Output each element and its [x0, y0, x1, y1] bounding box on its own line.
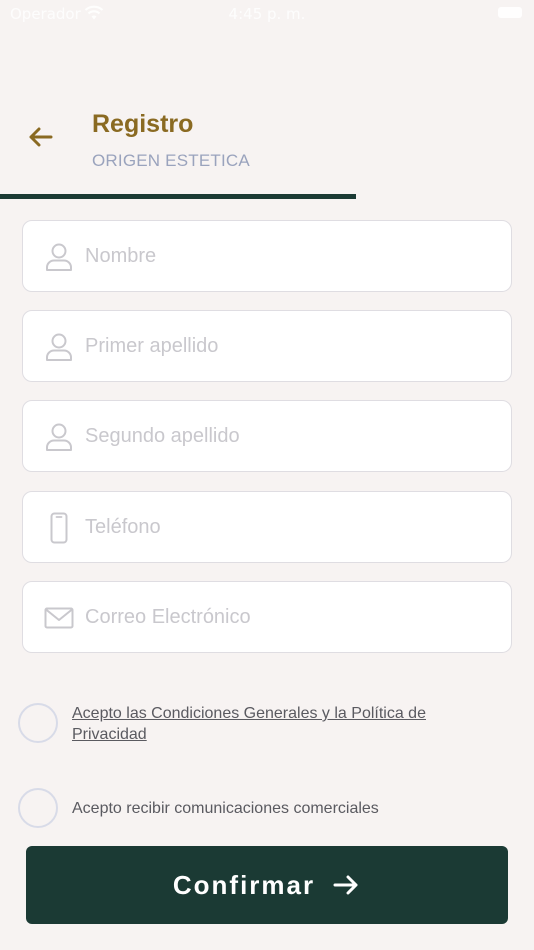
marketing-checkbox[interactable]: [18, 788, 58, 828]
person-icon: [46, 333, 72, 361]
arrow-left-icon: [29, 127, 53, 147]
confirm-button[interactable]: Confirmar: [26, 846, 508, 924]
mail-icon: [44, 607, 74, 629]
marketing-consent-label: Acepto recibir comunicaciones comerciale…: [72, 800, 379, 817]
terms-checkbox[interactable]: [18, 703, 58, 743]
page-subtitle: ORIGEN ESTETICA: [92, 151, 250, 170]
confirm-label: Confirmar: [172, 869, 316, 900]
page-title: Registro: [92, 110, 194, 138]
first-surname-input[interactable]: [85, 311, 495, 381]
email-field-box: [22, 581, 512, 653]
first-surname-field-box: [22, 310, 512, 382]
email-input[interactable]: [85, 582, 495, 652]
phone-icon: [50, 512, 68, 544]
name-input[interactable]: [85, 221, 495, 291]
progress-fill: [0, 194, 357, 199]
name-field-box: [22, 220, 512, 292]
phone-input[interactable]: [85, 492, 495, 562]
second-surname-input[interactable]: [85, 401, 495, 471]
registration-progress-bar: [0, 194, 534, 199]
terms-link[interactable]: Acepto las Condiciones Generales y la Po…: [72, 703, 472, 745]
phone-field-box: [22, 491, 512, 563]
person-icon: [46, 423, 72, 451]
status-time: 4:45 p. m.: [228, 5, 306, 23]
arrow-right-icon: [333, 875, 358, 895]
battery-icon: [498, 7, 522, 18]
status-bar: Operador 4:45 p. m.: [0, 0, 534, 28]
second-surname-field-box: [22, 400, 512, 472]
back-button[interactable]: [22, 118, 60, 156]
person-icon: [46, 243, 72, 271]
